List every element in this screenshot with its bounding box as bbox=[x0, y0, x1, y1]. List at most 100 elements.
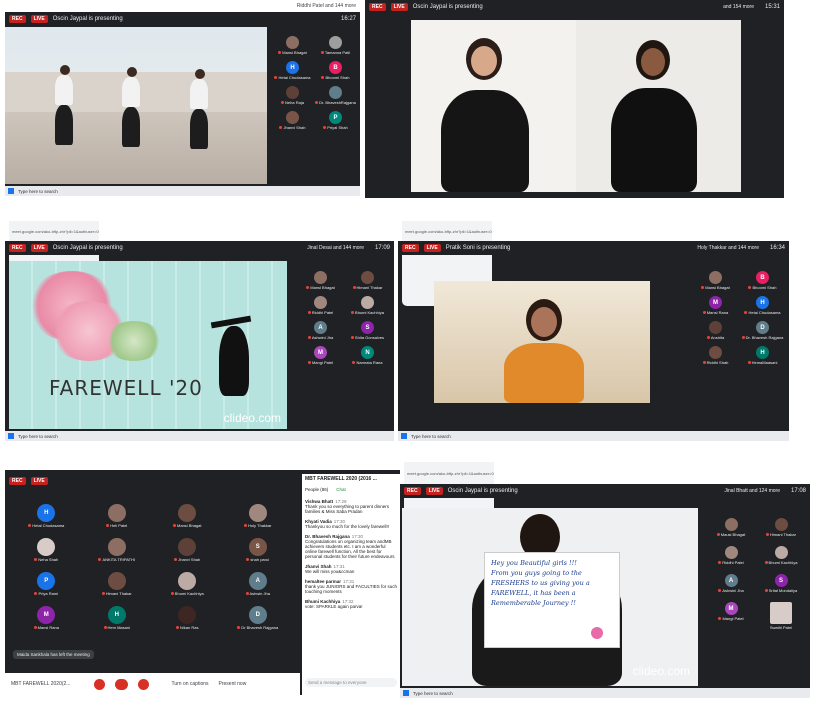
participant-tile[interactable]: H HemaMaasani bbox=[739, 346, 786, 365]
mic-off-icon bbox=[741, 336, 745, 339]
participant-tile[interactable]: Riddhi Patel bbox=[706, 546, 756, 565]
taskbar-search[interactable]: Type here to search bbox=[413, 691, 453, 696]
avatar: A bbox=[724, 574, 738, 587]
participant-name: Bhoomi Shah bbox=[325, 75, 350, 80]
participant-name: Bhumi Kachhiya bbox=[768, 560, 798, 565]
participant-tile[interactable]: A Ashwini Jha bbox=[706, 574, 756, 593]
participant-tile[interactable]: Himani Thakar bbox=[344, 271, 391, 290]
participant-tile[interactable]: Mansi Bhagat bbox=[692, 271, 739, 290]
participant-tile[interactable]: Tamanna Patil bbox=[314, 36, 357, 55]
mic-off-icon bbox=[307, 336, 311, 339]
mic-off-icon bbox=[307, 361, 311, 364]
mic-off-icon bbox=[766, 533, 770, 536]
mic-toggle-button[interactable] bbox=[94, 678, 106, 690]
participant-tile[interactable]: Mansi Bhagat bbox=[297, 271, 344, 290]
participant-tile[interactable]: H Hetal Chudasama bbox=[739, 296, 786, 315]
participant-tile[interactable]: Holy Thakkar bbox=[223, 504, 294, 528]
participant-tile[interactable]: M Mansi Rana bbox=[11, 606, 82, 630]
mic-off-icon bbox=[702, 311, 706, 314]
avatar bbox=[178, 504, 197, 522]
participant-tile[interactable]: Neha Shah bbox=[11, 538, 82, 562]
people-tab[interactable]: People (86) bbox=[305, 487, 328, 492]
participant-tile[interactable]: Swathi Patel bbox=[756, 602, 806, 630]
participant-tile[interactable]: Dr. BhaveshRajgana bbox=[314, 86, 357, 105]
mic-off-icon bbox=[350, 336, 354, 339]
mic-off-icon bbox=[702, 361, 706, 364]
participant-name: Anshita bbox=[710, 335, 725, 340]
participant-tile[interactable]: ANKITA TRIPATHI bbox=[82, 538, 153, 562]
captions-button[interactable]: Turn on captions bbox=[171, 681, 208, 687]
participant-tile[interactable]: Nikan Ras bbox=[152, 606, 223, 630]
chat-tab[interactable]: Chat bbox=[336, 487, 346, 492]
mic-off-icon bbox=[278, 51, 282, 54]
taskbar-search[interactable]: Type here to search bbox=[18, 434, 58, 439]
mic-off-icon bbox=[716, 533, 720, 536]
participant-tile[interactable]: Himani Thakar bbox=[756, 518, 806, 537]
avatar bbox=[286, 36, 299, 49]
windows-start-icon[interactable] bbox=[401, 433, 407, 439]
participant-tile[interactable]: Heli Patel bbox=[82, 504, 153, 528]
mic-off-icon bbox=[34, 558, 38, 561]
participant-tile[interactable]: A Ashwin Jha bbox=[223, 572, 294, 596]
others-count: Jinal Bhatt and 124 more bbox=[724, 488, 780, 494]
participant-tile[interactable]: P Priyal Shah bbox=[314, 111, 357, 130]
windows-start-icon[interactable] bbox=[403, 690, 409, 696]
participant-name: Mangi Patel bbox=[311, 360, 334, 365]
present-now-button[interactable]: Present now bbox=[219, 681, 247, 687]
windows-start-icon[interactable] bbox=[8, 188, 14, 194]
mic-off-icon bbox=[33, 626, 37, 629]
participant-tile[interactable]: Riddhi Patel bbox=[297, 296, 344, 315]
participant-tile[interactable]: Neha Raja bbox=[271, 86, 314, 105]
avatar: H bbox=[756, 346, 769, 359]
participant-tile[interactable]: Mansi Bhagat bbox=[152, 504, 223, 528]
card-video: Hey you Beautiful girls !!! From you guy… bbox=[402, 508, 698, 686]
avatar: D bbox=[756, 321, 769, 334]
participant-name: Mangi Patel bbox=[722, 616, 744, 621]
participant-tile[interactable]: M Mangi Patel bbox=[297, 346, 344, 365]
participant-tile[interactable]: S Shita Gonsalves bbox=[344, 321, 391, 340]
participant-tile[interactable]: A Ashwini Jha bbox=[297, 321, 344, 340]
mic-off-icon bbox=[244, 524, 247, 527]
participant-tile[interactable]: Himani Thakar bbox=[82, 572, 153, 596]
mic-off-icon bbox=[28, 524, 32, 527]
farewell-title: FAREWELL '20 bbox=[49, 376, 203, 400]
participant-tile[interactable]: Mansi Bhagat bbox=[271, 36, 314, 55]
participant-tile[interactable]: D Dr. Bhavesh Rajgana bbox=[739, 321, 786, 340]
participant-tile[interactable]: Sshah parul bbox=[223, 538, 294, 562]
windows-start-icon[interactable] bbox=[8, 433, 14, 439]
taskbar-search[interactable]: Type here to search bbox=[411, 434, 451, 439]
hangup-button[interactable] bbox=[115, 678, 129, 690]
participant-tile[interactable]: B Bhoomi Shah bbox=[739, 271, 786, 290]
participant-tile[interactable]: Jhanvi Shah bbox=[271, 111, 314, 130]
chat-message: Vishwa Bhatt 17:29 Thank you so everything… bbox=[305, 499, 390, 514]
participant-tile[interactable]: M Mansi Rana bbox=[692, 296, 739, 315]
participant-tile[interactable]: H Hetal Chudasama bbox=[11, 504, 82, 528]
avatar: M bbox=[37, 606, 56, 624]
participant-name: Dr Bhavesh Rajgana bbox=[241, 625, 279, 630]
participant-tile[interactable]: Jhanvi Shah bbox=[152, 538, 223, 562]
participant-tile[interactable]: H Hetal Chudasama bbox=[271, 61, 314, 80]
meet-top-bar: REC LIVE Oscin Jaypal is presenting 16:2… bbox=[5, 12, 360, 26]
speakers-video bbox=[411, 20, 741, 192]
participant-tile[interactable]: N Namrata Rana bbox=[344, 346, 391, 365]
participant-tile[interactable]: D Dr Bhavesh Rajgana bbox=[223, 606, 294, 630]
participant-tile[interactable]: M Mangi Patel bbox=[706, 602, 756, 630]
screenshot-farewell-slide: meet.google.com/ako-bftp-zhr?pli=1&authu… bbox=[5, 221, 394, 441]
mic-off-icon bbox=[351, 311, 355, 314]
participant-tile[interactable]: Bhumi Kachhiya bbox=[344, 296, 391, 315]
participant-tile[interactable]: Bhumi Kachhiya bbox=[152, 572, 223, 596]
participant-tile[interactable]: P Priya Rami bbox=[11, 572, 82, 596]
participant-tile[interactable]: Anshita bbox=[692, 321, 739, 340]
participant-tile[interactable]: Riddhi Shah bbox=[692, 346, 739, 365]
camera-toggle-button[interactable] bbox=[138, 678, 150, 690]
taskbar-search[interactable]: Type here to search bbox=[18, 189, 58, 194]
participant-tile[interactable]: S Srital Mondaliya bbox=[756, 574, 806, 593]
participant-name: Mansi Rana bbox=[706, 310, 729, 315]
chat-input[interactable]: Send a message to everyone bbox=[305, 678, 397, 687]
participant-tile[interactable]: H Hem Masani bbox=[82, 606, 153, 630]
avatar bbox=[709, 321, 722, 334]
participant-tile[interactable]: B Bhoomi Shah bbox=[314, 61, 357, 80]
participant-tile[interactable]: Bhumi Kachhiya bbox=[756, 546, 806, 565]
graduate-silhouette-icon bbox=[219, 326, 249, 396]
participant-tile[interactable]: Mausi Bhagat bbox=[706, 518, 756, 537]
